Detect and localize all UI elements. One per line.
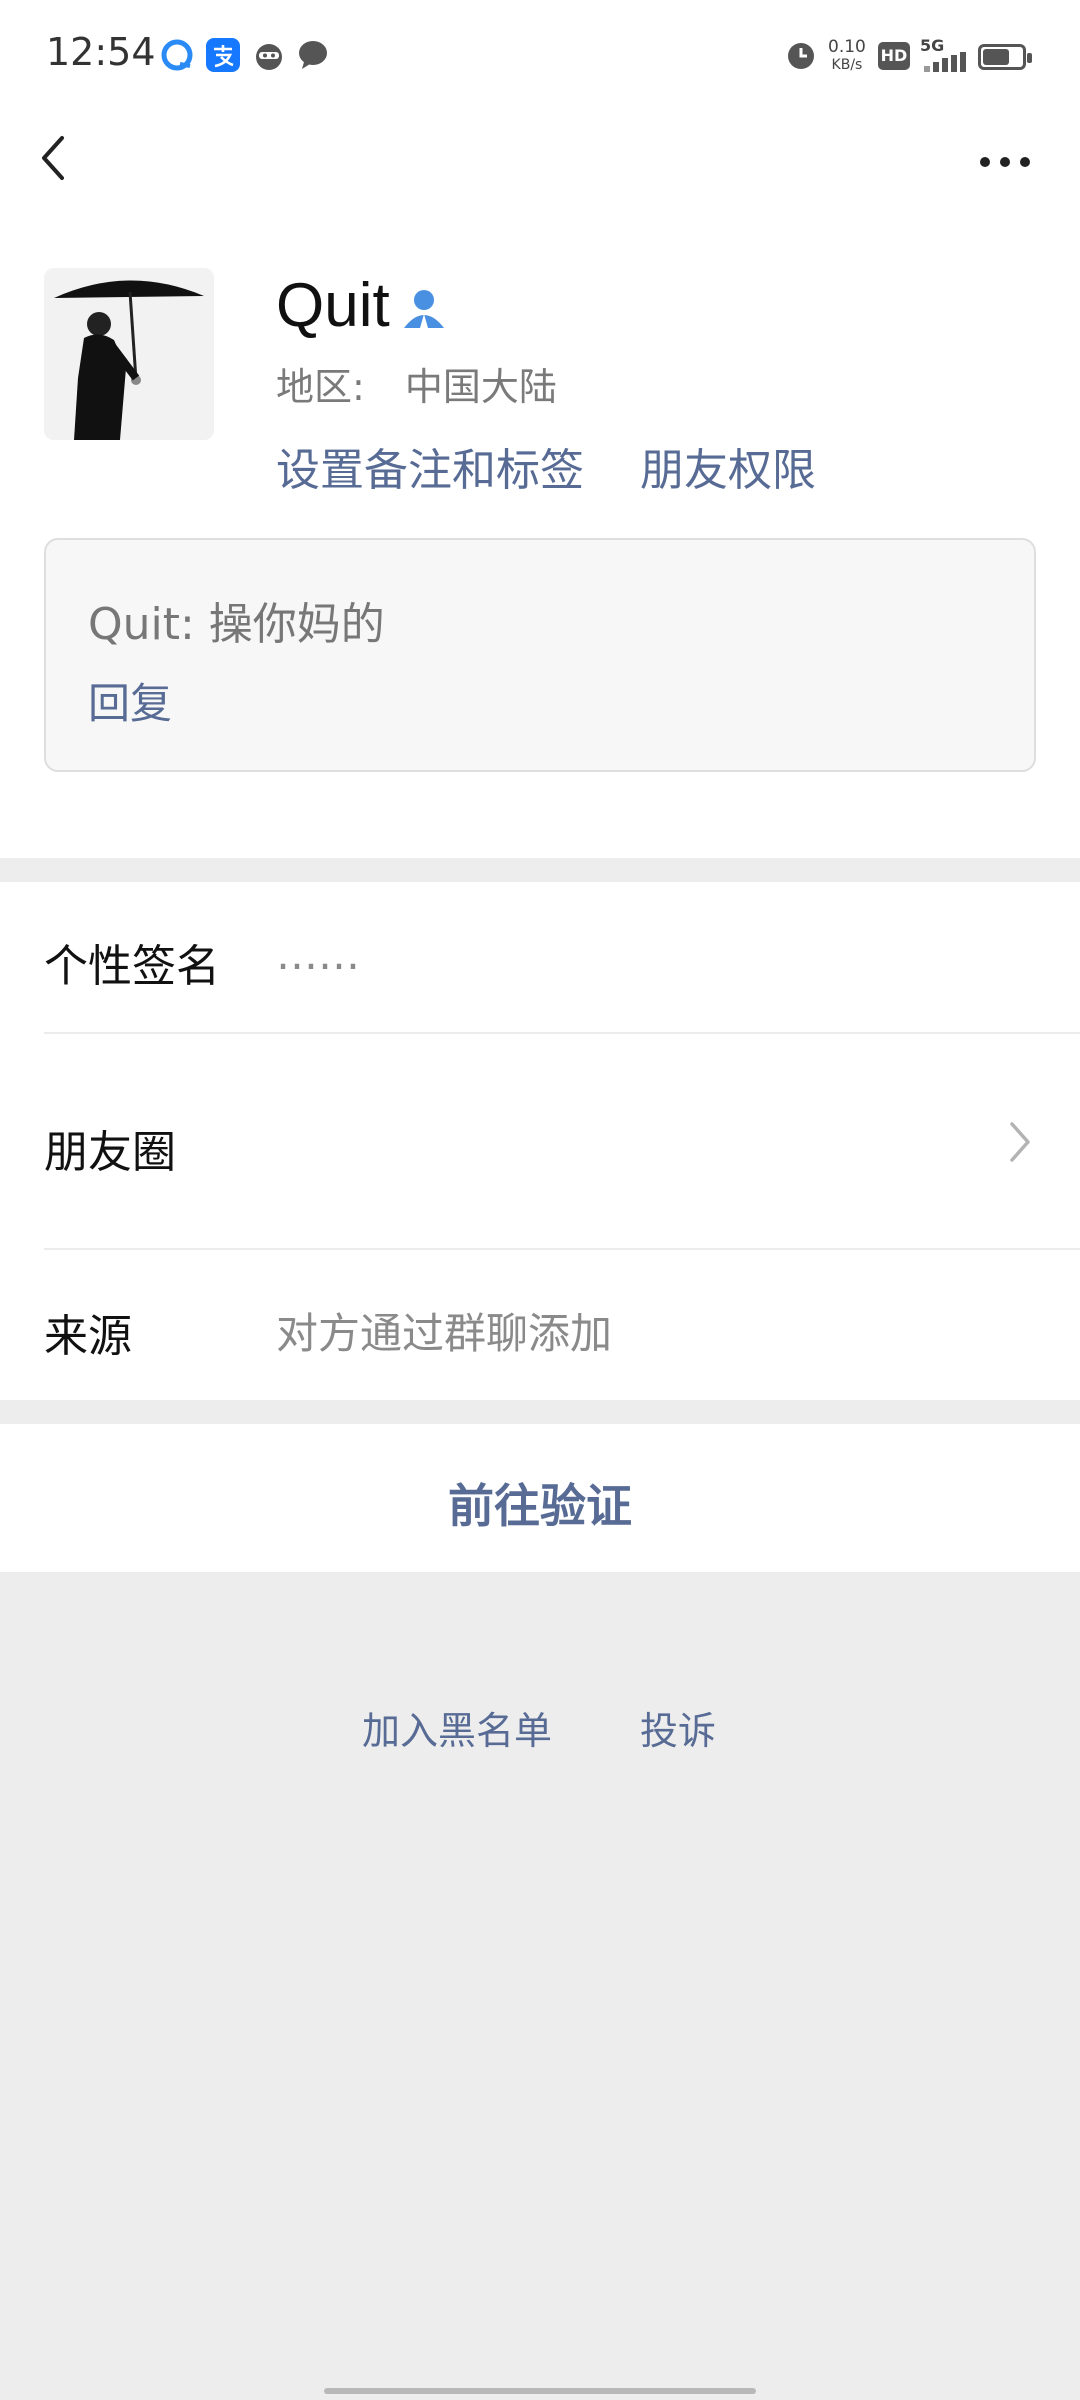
alipay-app-icon <box>206 38 240 72</box>
signature-label: 个性签名 <box>44 941 220 992</box>
source-label: 来源 <box>44 1311 132 1362</box>
status-time: 12:54 <box>46 30 156 74</box>
signature-row: 个性签名 …… <box>0 882 1080 1032</box>
region-label: 地区: <box>276 365 365 409</box>
home-indicator <box>324 2388 756 2394</box>
greeting-message: Quit: 操你妈的 <box>88 599 385 650</box>
browser-app-icon <box>160 38 194 72</box>
profile-name: Quit <box>276 271 390 340</box>
battery-icon <box>978 44 1032 70</box>
source-value: 对方通过群聊添加 <box>276 1309 613 1358</box>
alarm-icon <box>784 38 818 72</box>
hd-badge: HD <box>878 42 910 70</box>
friend-permission-link[interactable]: 朋友权限 <box>640 434 816 498</box>
go-verify-label: 前往验证 <box>448 1479 632 1533</box>
moments-row[interactable]: 朋友圈 <box>0 1034 1080 1248</box>
source-row: 来源 对方通过群聊添加 <box>0 1250 1080 1400</box>
region-value: 中国大陆 <box>404 365 557 409</box>
reply-link[interactable]: 回复 <box>88 670 172 731</box>
blacklist-link[interactable]: 加入黑名单 <box>362 1700 552 1755</box>
signal-bars-icon <box>924 52 970 76</box>
complain-link[interactable]: 投诉 <box>640 1700 716 1755</box>
chat-bubble-icon <box>296 38 330 72</box>
signature-value: …… <box>276 930 360 979</box>
avatar[interactable] <box>44 268 214 440</box>
cat-app-icon <box>252 38 286 72</box>
set-remark-link[interactable]: 设置备注和标签 <box>276 434 584 498</box>
chevron-right-icon <box>1008 1120 1034 1164</box>
greeting-message-box: Quit: 操你妈的 回复 <box>44 538 1036 772</box>
back-arrow-icon[interactable] <box>34 128 74 188</box>
net-speed: 0.10 KB/s <box>828 37 866 73</box>
region: 地区: 中国大陆 <box>276 356 557 411</box>
status-bar: 12:54 0.10 KB/s HD 5G <box>0 0 1080 112</box>
moments-label: 朋友圈 <box>44 1127 176 1178</box>
contact-person-icon <box>400 284 448 332</box>
more-icon[interactable] <box>975 150 1035 174</box>
go-verify-button[interactable]: 前往验证 <box>0 1424 1080 1572</box>
